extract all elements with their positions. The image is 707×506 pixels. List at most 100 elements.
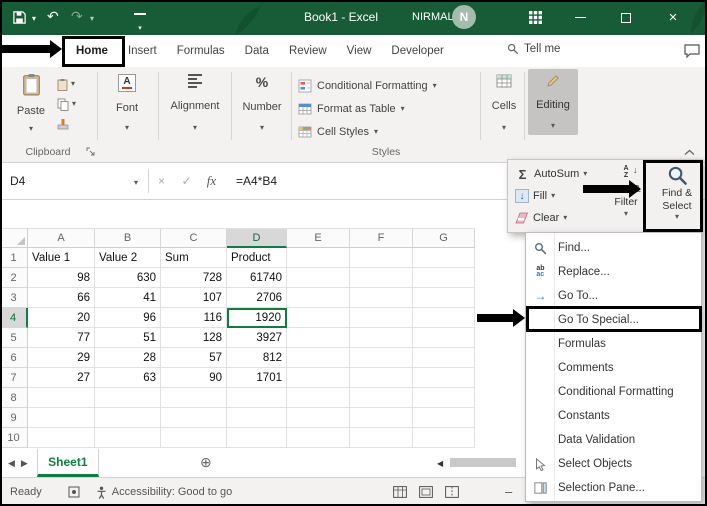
- name-box[interactable]: D4 ▾: [0, 163, 148, 199]
- cell-e2[interactable]: [287, 268, 350, 288]
- sheet-nav-left-icon[interactable]: ◀: [8, 458, 15, 469]
- paste-options-button[interactable]: ▾: [57, 75, 93, 93]
- tell-me[interactable]: Tell me: [507, 43, 560, 55]
- cell-e8[interactable]: [287, 388, 350, 408]
- sheet-nav-right-icon[interactable]: ▶: [21, 458, 28, 469]
- cell-g3[interactable]: [413, 288, 475, 308]
- cell-c9[interactable]: [161, 408, 227, 428]
- row-header-4[interactable]: 4: [0, 308, 28, 328]
- redo-icon[interactable]: ↷: [71, 8, 83, 25]
- cell-b7[interactable]: 63: [95, 368, 161, 388]
- cell-e5[interactable]: [287, 328, 350, 348]
- cell-e6[interactable]: [287, 348, 350, 368]
- horizontal-scrollbar[interactable]: [450, 458, 516, 467]
- macro-record-icon[interactable]: [68, 486, 80, 498]
- menu-item-formulas[interactable]: Formulas: [526, 332, 701, 356]
- save-icon[interactable]: [12, 10, 27, 25]
- cell-e9[interactable]: [287, 408, 350, 428]
- hscroll-left-icon[interactable]: ◀: [437, 459, 443, 468]
- customize-quick-access-icon[interactable]: ▾: [134, 13, 146, 35]
- cell-a2[interactable]: 98: [28, 268, 95, 288]
- tab-developer[interactable]: Developer: [381, 35, 453, 67]
- close-button[interactable]: ×: [651, 0, 695, 35]
- collapse-ribbon-icon[interactable]: [684, 149, 695, 156]
- column-header-c[interactable]: C: [161, 228, 227, 248]
- cell-c7[interactable]: 90: [161, 368, 227, 388]
- cell-a7[interactable]: 27: [28, 368, 95, 388]
- cell-a6[interactable]: 29: [28, 348, 95, 368]
- tab-insert[interactable]: Insert: [118, 35, 167, 67]
- column-header-a[interactable]: A: [28, 228, 95, 248]
- row-header-3[interactable]: 3: [0, 288, 28, 308]
- cell-b2[interactable]: 630: [95, 268, 161, 288]
- cell-e4[interactable]: [287, 308, 350, 328]
- row-header-5[interactable]: 5: [0, 328, 28, 348]
- cell-f9[interactable]: [350, 408, 413, 428]
- autosum-button[interactable]: Σ AutoSum ▾: [515, 164, 603, 184]
- format-painter-button[interactable]: [57, 115, 93, 133]
- cell-b9[interactable]: [95, 408, 161, 428]
- selected-cell-d4[interactable]: 1920: [227, 308, 287, 328]
- cell-c5[interactable]: 128: [161, 328, 227, 348]
- cell-d8[interactable]: [227, 388, 287, 408]
- cell-c8[interactable]: [161, 388, 227, 408]
- cell-f10[interactable]: [350, 428, 413, 448]
- cell-g9[interactable]: [413, 408, 475, 428]
- menu-item-data-validation[interactable]: Data Validation: [526, 428, 701, 452]
- cell-f3[interactable]: [350, 288, 413, 308]
- cancel-icon[interactable]: ×: [149, 174, 174, 188]
- number-group-button[interactable]: % Number ▾: [237, 70, 287, 136]
- cell-d5[interactable]: 3927: [227, 328, 287, 348]
- cell-b3[interactable]: 41: [95, 288, 161, 308]
- paste-button[interactable]: Paste ▾: [8, 70, 54, 136]
- cell-d2[interactable]: 61740: [227, 268, 287, 288]
- alignment-group-button[interactable]: Alignment ▾: [164, 70, 226, 136]
- cell-b1[interactable]: Value 2: [95, 248, 161, 268]
- cell-f4[interactable]: [350, 308, 413, 328]
- menu-item-conditional-formatting[interactable]: Conditional Formatting: [526, 380, 701, 404]
- name-box-dropdown-icon[interactable]: ▾: [134, 179, 138, 187]
- menu-item-find[interactable]: Find...: [526, 236, 701, 260]
- cell-f1[interactable]: [350, 248, 413, 268]
- tab-formulas[interactable]: Formulas: [167, 35, 235, 67]
- menu-item-comments[interactable]: Comments: [526, 356, 701, 380]
- normal-view-icon[interactable]: [393, 486, 407, 498]
- clipboard-dialog-launcher-icon[interactable]: [86, 147, 96, 157]
- cell-a5[interactable]: 77: [28, 328, 95, 348]
- menu-item-constants[interactable]: Constants: [526, 404, 701, 428]
- column-header-e[interactable]: E: [287, 228, 350, 248]
- cell-f6[interactable]: [350, 348, 413, 368]
- cell-b8[interactable]: [95, 388, 161, 408]
- cell-c3[interactable]: 107: [161, 288, 227, 308]
- row-header-6[interactable]: 6: [0, 348, 28, 368]
- cell-b6[interactable]: 28: [95, 348, 161, 368]
- format-as-table-button[interactable]: Format as Table ▾: [298, 98, 476, 119]
- page-break-preview-icon[interactable]: [445, 486, 459, 498]
- cell-e1[interactable]: [287, 248, 350, 268]
- cell-d7[interactable]: 1701: [227, 368, 287, 388]
- cell-g10[interactable]: [413, 428, 475, 448]
- save-dropdown-icon[interactable]: ▾: [32, 15, 36, 23]
- cell-g2[interactable]: [413, 268, 475, 288]
- insert-function-icon[interactable]: fx: [199, 173, 224, 189]
- user-name[interactable]: NIRMAL: [412, 11, 454, 23]
- cells-group-button[interactable]: Cells ▾: [484, 70, 524, 136]
- row-header-7[interactable]: 7: [0, 368, 28, 388]
- menu-item-replace[interactable]: ab ac Replace...: [526, 260, 701, 284]
- menu-item-select-objects[interactable]: Select Objects: [526, 452, 701, 476]
- find-select-button[interactable]: Find & Select ▾: [650, 163, 704, 231]
- cell-c6[interactable]: 57: [161, 348, 227, 368]
- cell-e3[interactable]: [287, 288, 350, 308]
- zoom-out-button[interactable]: –: [505, 484, 512, 499]
- cell-f7[interactable]: [350, 368, 413, 388]
- cell-a4[interactable]: 20: [28, 308, 95, 328]
- tab-home[interactable]: Home: [66, 35, 118, 67]
- cell-d3[interactable]: 2706: [227, 288, 287, 308]
- cell-f5[interactable]: [350, 328, 413, 348]
- ribbon-display-options-icon[interactable]: [529, 11, 542, 24]
- conditional-formatting-button[interactable]: Conditional Formatting ▾: [298, 75, 476, 96]
- select-all-button[interactable]: [0, 228, 28, 248]
- minimize-button[interactable]: [558, 0, 602, 35]
- cell-styles-button[interactable]: Cell Styles ▾: [298, 121, 476, 142]
- comments-icon[interactable]: [684, 44, 700, 58]
